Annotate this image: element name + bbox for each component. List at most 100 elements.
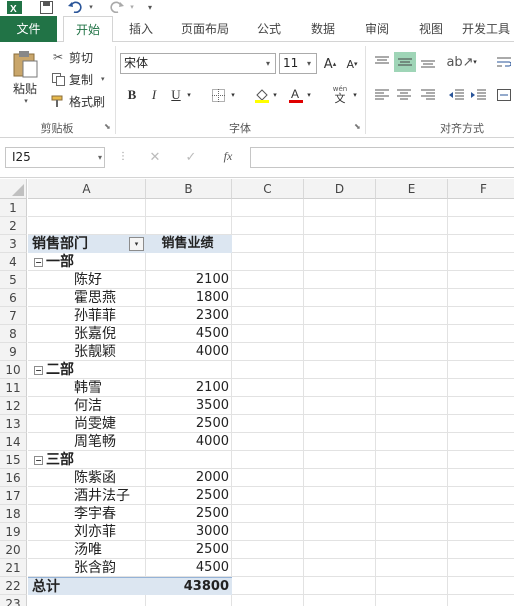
pivot-item-name[interactable]: 孙菲菲 — [28, 307, 146, 325]
paste-button[interactable]: 粘贴 ▾ — [8, 50, 42, 112]
pivot-item-value[interactable]: 3500 — [146, 397, 232, 415]
font-color-dropdown-icon[interactable]: ▾ — [304, 85, 314, 105]
wrap-text-button[interactable] — [494, 52, 514, 72]
row-header[interactable]: 7 — [0, 307, 27, 325]
pivot-item-name[interactable]: 霍思燕 — [28, 289, 146, 307]
format-painter-button[interactable]: 格式刷 — [50, 92, 105, 110]
pivot-item-name[interactable]: 刘亦菲 — [28, 523, 146, 541]
customize-qat-icon[interactable]: ▾ — [145, 0, 155, 14]
redo-dropdown-icon[interactable]: ▾ — [128, 0, 136, 14]
font-name-combo[interactable]: 宋体 ▾ — [120, 53, 276, 74]
collapse-icon[interactable]: − — [34, 456, 43, 465]
pivot-item-name[interactable]: 酒井法子 — [28, 487, 146, 505]
undo-icon[interactable] — [66, 0, 84, 14]
pivot-item-value[interactable]: 2000 — [146, 469, 232, 487]
select-all-corner[interactable] — [0, 179, 27, 199]
pivot-group-row[interactable]: − 一部 — [28, 253, 146, 271]
pivot-item-value[interactable]: 2300 — [146, 307, 232, 325]
collapse-icon[interactable]: − — [34, 258, 43, 267]
pivot-item-value[interactable]: 2500 — [146, 541, 232, 559]
column-header-c[interactable]: C — [232, 179, 304, 199]
row-header[interactable]: 1 — [0, 199, 27, 217]
pivot-item-name[interactable]: 张含韵 — [28, 559, 146, 577]
row-header[interactable]: 18 — [0, 505, 27, 523]
underline-button[interactable]: U — [166, 85, 186, 105]
insert-function-button[interactable]: fx — [218, 149, 238, 164]
row-header[interactable]: 5 — [0, 271, 27, 289]
increase-indent-button[interactable] — [468, 85, 488, 105]
tab-insert[interactable]: 插入 — [118, 16, 164, 42]
decrease-indent-button[interactable] — [446, 85, 466, 105]
pivot-group-row[interactable]: − 三部 — [28, 451, 146, 469]
row-header[interactable]: 20 — [0, 541, 27, 559]
cancel-button[interactable]: ✕ — [146, 150, 164, 165]
font-launcher-icon[interactable]: ⬊ — [354, 122, 361, 131]
tab-page-layout[interactable]: 页面布局 — [172, 16, 238, 42]
row-header[interactable]: 10 — [0, 361, 27, 379]
row-header[interactable]: 14 — [0, 433, 27, 451]
align-right-button[interactable] — [418, 85, 438, 105]
column-header-f[interactable]: F — [448, 179, 514, 199]
row-header[interactable]: 6 — [0, 289, 27, 307]
column-header-d[interactable]: D — [304, 179, 376, 199]
pivot-item-value[interactable]: 2500 — [146, 487, 232, 505]
pivot-item-name[interactable]: 何洁 — [28, 397, 146, 415]
align-center-button[interactable] — [394, 85, 414, 105]
redo-icon[interactable] — [108, 0, 126, 14]
pivot-item-name[interactable]: 张嘉倪 — [28, 325, 146, 343]
border-button[interactable] — [208, 85, 228, 105]
pivot-item-name[interactable]: 尚雯婕 — [28, 415, 146, 433]
collapse-icon[interactable]: − — [34, 366, 43, 375]
tab-file[interactable]: 文件 — [0, 16, 57, 42]
merge-center-button[interactable] — [494, 85, 514, 105]
pivot-item-name[interactable]: 张靓颖 — [28, 343, 146, 361]
pivot-item-value[interactable]: 4000 — [146, 433, 232, 451]
name-box[interactable]: I25 ▾ — [5, 147, 105, 168]
pivot-item-name[interactable]: 韩雪 — [28, 379, 146, 397]
row-header[interactable]: 17 — [0, 487, 27, 505]
enter-button[interactable]: ✓ — [182, 150, 200, 165]
border-dropdown-icon[interactable]: ▾ — [228, 85, 238, 105]
align-middle-button[interactable] — [394, 52, 416, 72]
row-header[interactable]: 2 — [0, 217, 27, 235]
orientation-dropdown-icon[interactable]: ▾ — [470, 52, 480, 72]
align-bottom-button[interactable] — [418, 52, 438, 72]
grow-font-button[interactable]: A ▴ — [320, 54, 340, 74]
row-header[interactable]: 4 — [0, 253, 27, 271]
pivot-item-name[interactable]: 陈好 — [28, 271, 146, 289]
row-header[interactable]: 9 — [0, 343, 27, 361]
pivot-item-value[interactable]: 4000 — [146, 343, 232, 361]
font-color-button[interactable]: A — [286, 85, 306, 105]
pivot-item-name[interactable]: 李宇春 — [28, 505, 146, 523]
pivot-total-label[interactable]: 总计 — [28, 577, 146, 595]
row-header[interactable]: 16 — [0, 469, 27, 487]
pivot-item-name[interactable]: 周笔畅 — [28, 433, 146, 451]
row-header[interactable]: 11 — [0, 379, 27, 397]
row-header[interactable]: 15 — [0, 451, 27, 469]
row-header[interactable]: 23 — [0, 595, 27, 606]
cut-button[interactable]: ✂ 剪切 — [50, 48, 93, 66]
row-header[interactable]: 3 — [0, 235, 27, 253]
bold-button[interactable]: B — [122, 85, 142, 105]
pivot-item-value[interactable]: 1800 — [146, 289, 232, 307]
row-header[interactable]: 21 — [0, 559, 27, 577]
tab-developer[interactable]: 开发工具 — [462, 16, 514, 42]
tab-review[interactable]: 审阅 — [354, 16, 400, 42]
pivot-item-value[interactable]: 2100 — [146, 379, 232, 397]
row-header[interactable]: 8 — [0, 325, 27, 343]
save-icon[interactable] — [38, 0, 54, 14]
undo-dropdown-icon[interactable]: ▾ — [87, 0, 95, 14]
orientation-button[interactable]: ab↗ — [446, 52, 473, 72]
copy-button[interactable]: 复制 ▾ — [50, 70, 105, 88]
pivot-item-name[interactable]: 汤唯 — [28, 541, 146, 559]
pivot-item-value[interactable]: 2100 — [146, 271, 232, 289]
tab-formulas[interactable]: 公式 — [246, 16, 292, 42]
pivot-group-row[interactable]: − 二部 — [28, 361, 146, 379]
fill-color-button[interactable] — [252, 85, 272, 105]
font-size-combo[interactable]: 11 ▾ — [279, 53, 317, 74]
pivot-item-value[interactable]: 2500 — [146, 505, 232, 523]
pivot-item-name[interactable]: 陈紫函 — [28, 469, 146, 487]
row-header[interactable]: 12 — [0, 397, 27, 415]
tab-view[interactable]: 视图 — [408, 16, 454, 42]
formula-input[interactable] — [250, 147, 514, 168]
